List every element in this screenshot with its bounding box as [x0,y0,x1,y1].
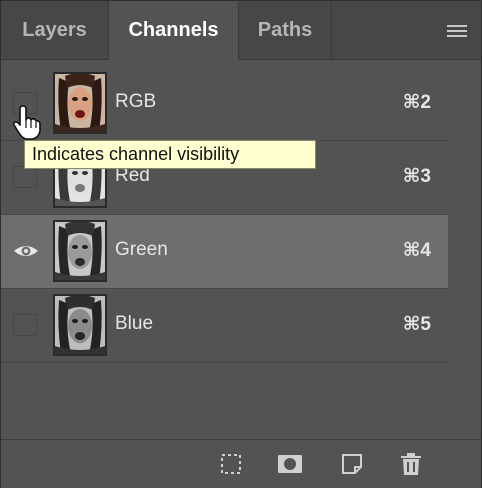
load-selection-icon[interactable] [219,452,243,476]
hand-cursor-icon [11,105,47,141]
tab-bar: Layers Channels Paths [1,1,481,60]
tab-layers[interactable]: Layers [1,1,109,59]
scrollbar-track[interactable] [448,67,481,437]
new-channel-icon[interactable] [340,452,364,476]
eye-icon [14,246,38,256]
panel-footer [1,439,481,488]
channel-list: RGB ⌘2 Red ⌘3 Green ⌘4 Blue ⌘5 [1,67,448,363]
visibility-toggle[interactable] [13,240,38,262]
tooltip: Indicates channel visibility [24,140,316,169]
channel-row-green[interactable]: Green ⌘4 [1,215,448,289]
channel-name: Green [115,239,168,260]
channel-row-rgb[interactable]: RGB ⌘2 [1,67,448,141]
channel-shortcut: ⌘2 [402,92,431,113]
channel-thumbnail [53,72,107,134]
channel-name: RGB [115,91,157,112]
save-selection-icon[interactable] [277,452,302,476]
channel-row-blue[interactable]: Blue ⌘5 [1,289,448,363]
channel-name: Blue [115,313,154,334]
tab-layers-label: Layers [22,18,87,41]
visibility-toggle[interactable] [13,166,37,188]
channel-thumbnail [53,294,107,356]
tab-paths-label: Paths [257,18,313,41]
visibility-toggle[interactable] [13,314,37,336]
tab-paths[interactable]: Paths [239,1,332,59]
channel-shortcut: ⌘5 [402,314,431,335]
channel-shortcut: ⌘3 [402,166,431,187]
trash-icon[interactable] [399,452,423,476]
panel-menu-icon[interactable] [447,25,467,37]
channel-thumbnail [53,220,107,282]
channel-shortcut: ⌘4 [402,240,431,261]
tab-channels-label: Channels [128,19,219,41]
channels-panel: Layers Channels Paths RGB ⌘2 Red ⌘3 Gree… [0,0,482,488]
tab-channels[interactable]: Channels [109,1,239,60]
